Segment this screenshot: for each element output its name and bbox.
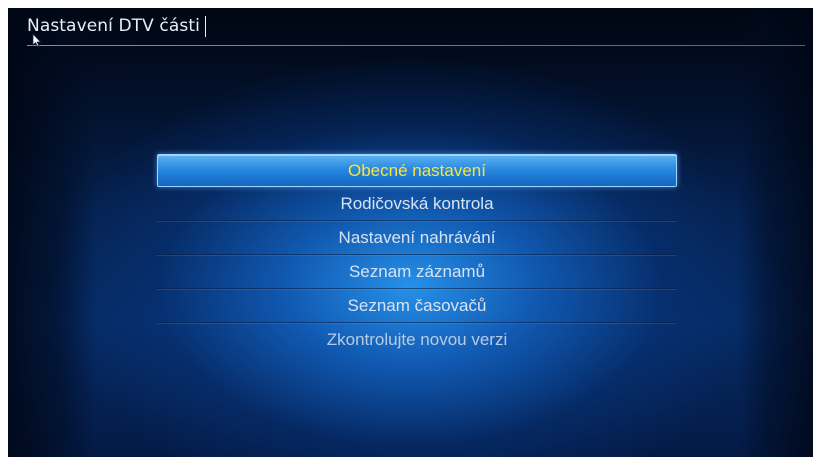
page-title: Nastavení DTV části <box>27 16 200 36</box>
left-shade <box>8 8 96 457</box>
settings-menu: Obecné nastavení Rodičovská kontrola Nas… <box>157 154 677 356</box>
header-divider <box>27 45 805 46</box>
menu-item-parental-control[interactable]: Rodičovská kontrola <box>157 187 677 221</box>
menu-item-general-settings[interactable]: Obecné nastavení <box>157 154 677 187</box>
menu-item-recordings-list[interactable]: Seznam záznamů <box>157 255 677 289</box>
menu-item-recording-settings[interactable]: Nastavení nahrávání <box>157 221 677 255</box>
menu-item-timers-list[interactable]: Seznam časovačů <box>157 289 677 323</box>
mouse-pointer-icon <box>32 33 42 47</box>
text-caret <box>205 16 206 37</box>
menu-item-check-new-version[interactable]: Zkontrolujte novou verzi <box>157 323 677 356</box>
right-shade <box>739 8 813 457</box>
tv-screen: Nastavení DTV části Obecné nastavení Rod… <box>8 8 813 457</box>
header: Nastavení DTV části <box>8 8 813 48</box>
